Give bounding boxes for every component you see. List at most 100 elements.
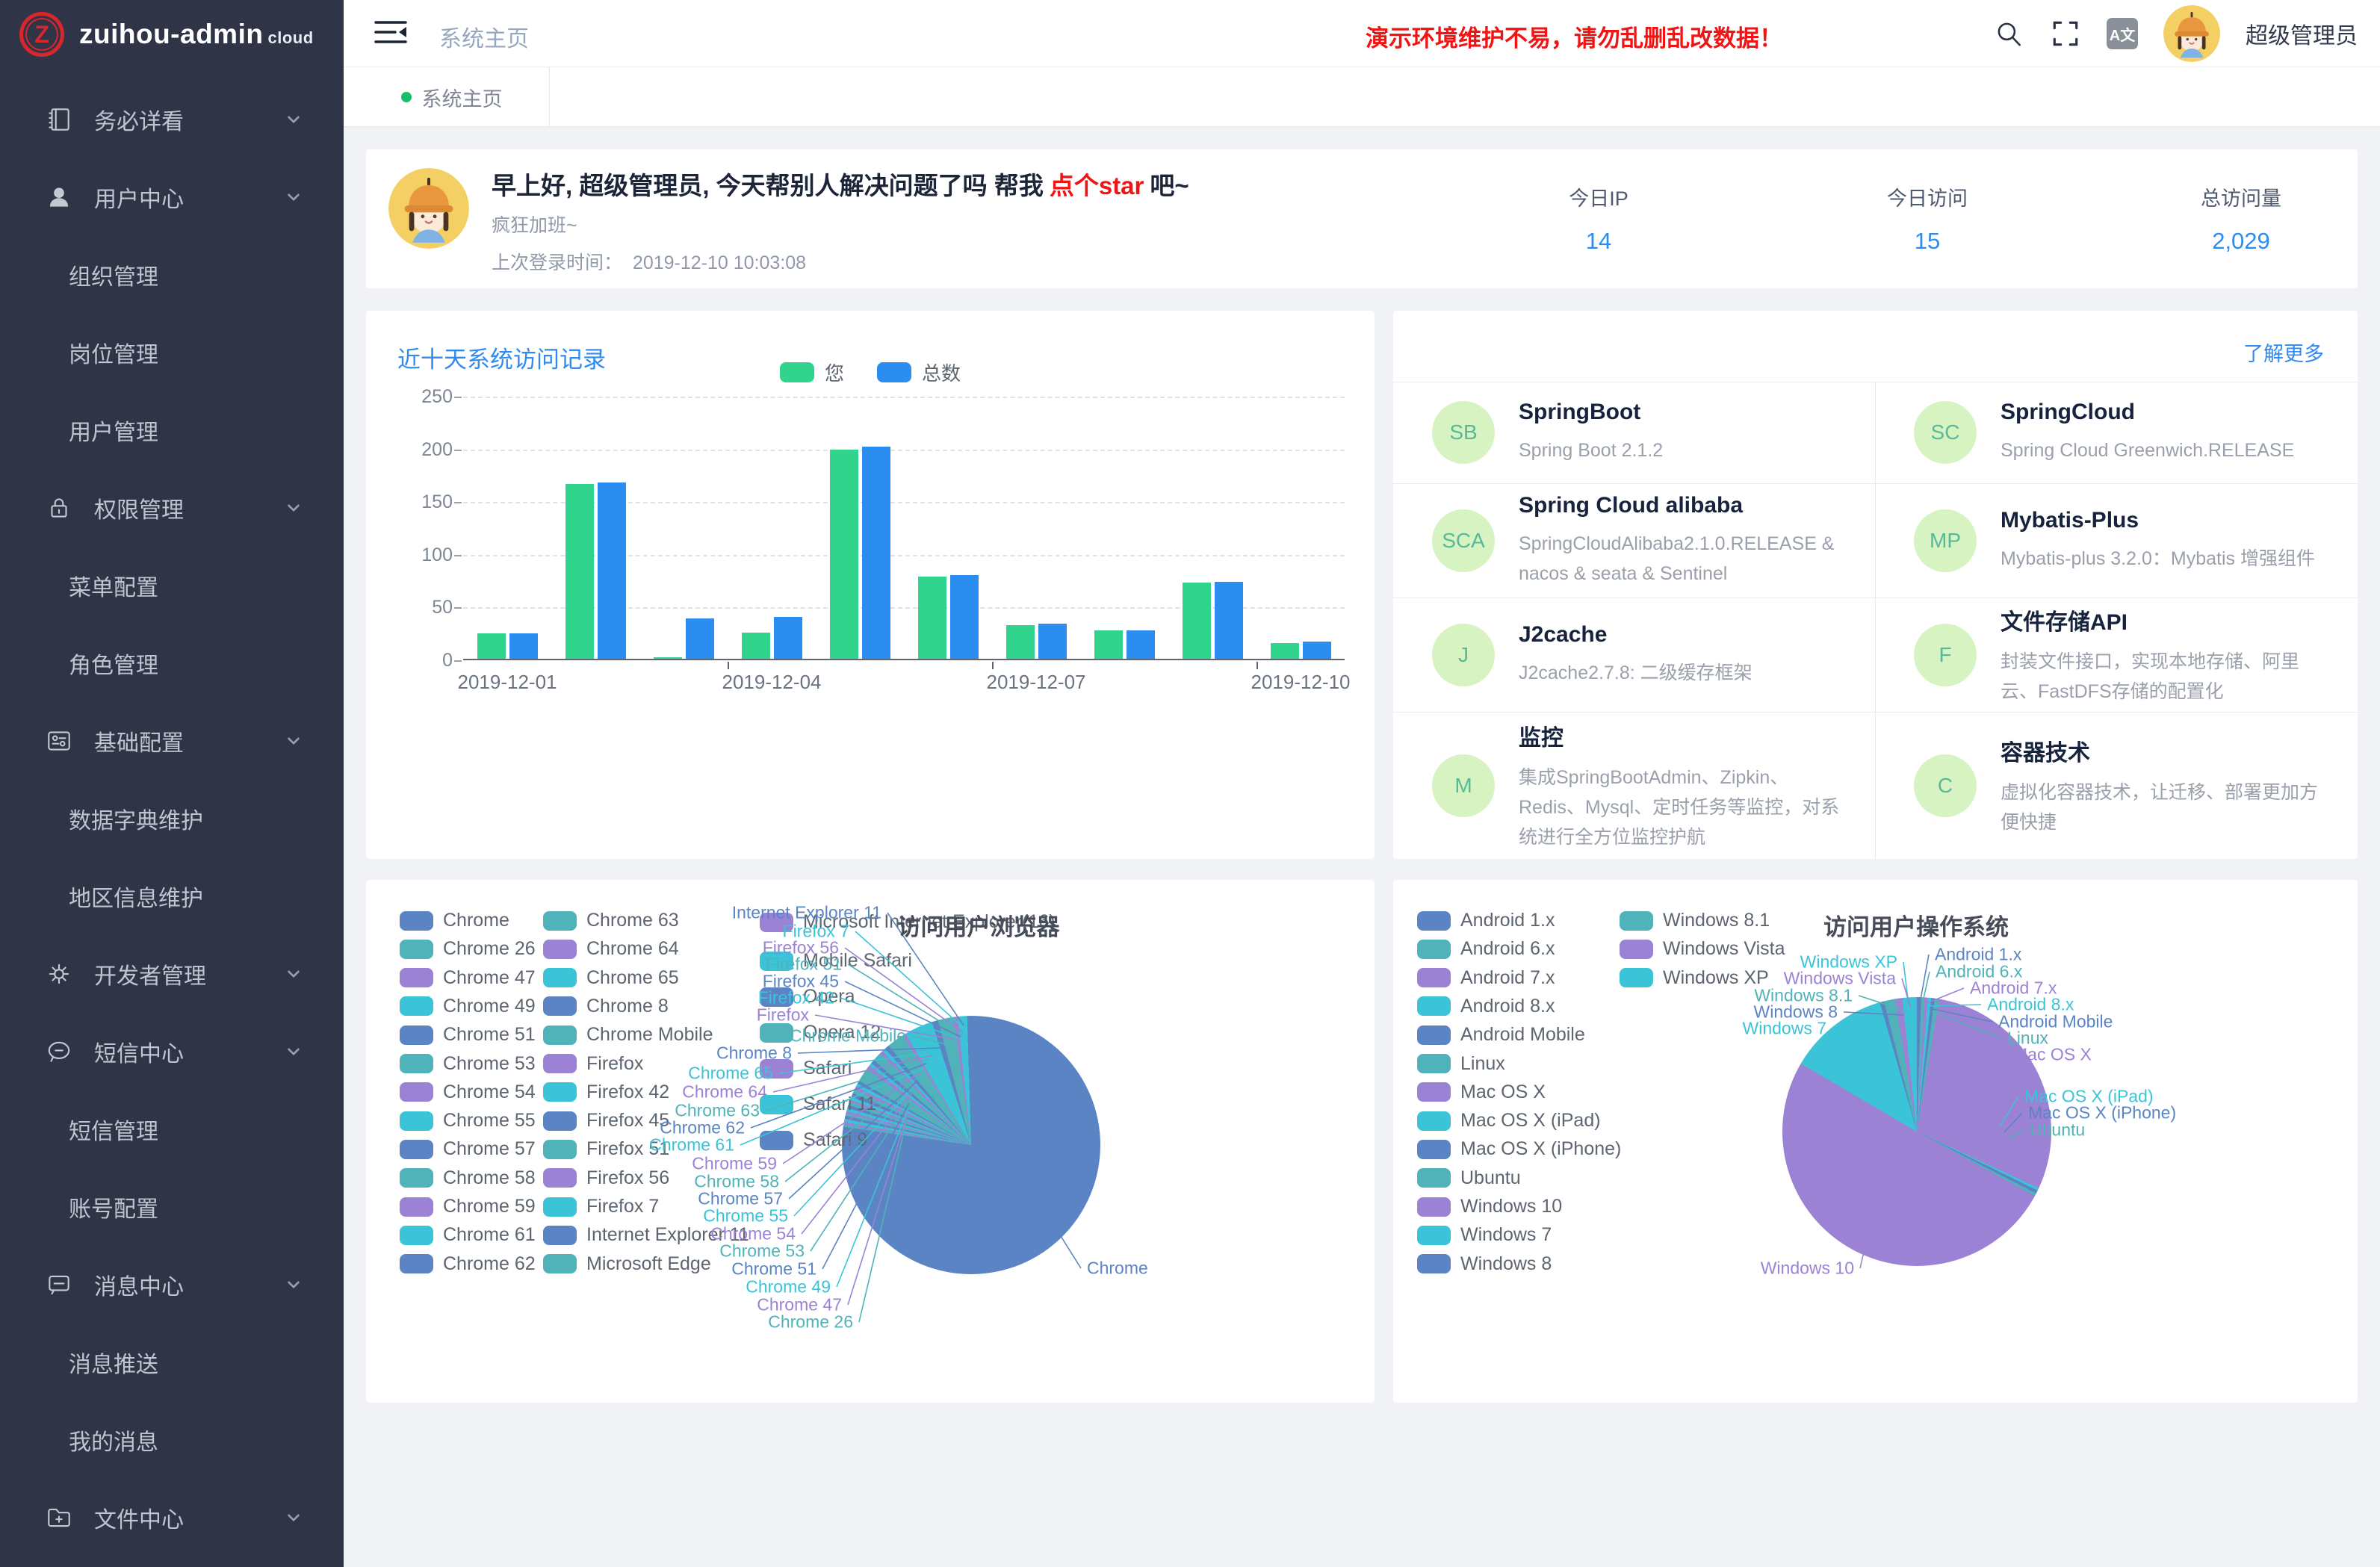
bar-您-2019-12-03[interactable] xyxy=(654,657,682,659)
username-label[interactable]: 超级管理员 xyxy=(2246,17,2358,50)
legend-item-Windows XP[interactable]: Windows XP xyxy=(1620,967,1769,989)
sidebar-item-2[interactable]: 组织管理 xyxy=(0,236,344,314)
bar-总数-2019-12-04[interactable] xyxy=(774,617,802,659)
tech-item-SpringBoot[interactable]: SBSpringBootSpring Boot 2.1.2 xyxy=(1393,382,1875,483)
legend-item-Chrome 47[interactable]: Chrome 47 xyxy=(400,967,536,989)
learn-more-link[interactable]: 了解更多 xyxy=(2243,338,2324,367)
sidebar-item-3[interactable]: 岗位管理 xyxy=(0,314,344,391)
fullscreen-icon[interactable] xyxy=(2050,18,2081,49)
bar-您-2019-12-09[interactable] xyxy=(1183,583,1211,659)
sidebar-item-13[interactable]: 短信管理 xyxy=(0,1090,344,1168)
bar-legend-item-您[interactable]: 您 xyxy=(780,359,844,386)
bar-您-2019-12-10[interactable] xyxy=(1271,643,1299,659)
legend-item-Chrome 62[interactable]: Chrome 62 xyxy=(400,1253,536,1275)
legend-item-Android 7.x[interactable]: Android 7.x xyxy=(1417,967,1555,989)
sidebar-item-6[interactable]: 菜单配置 xyxy=(0,547,344,624)
legend-item-Chrome Mobile[interactable]: Chrome Mobile xyxy=(543,1024,713,1046)
bar-您-2019-12-01[interactable] xyxy=(477,633,506,659)
bar-总数-2019-12-01[interactable] xyxy=(509,633,538,659)
bar-您-2019-12-07[interactable] xyxy=(1006,625,1035,659)
sidebar-item-12[interactable]: 短信中心 xyxy=(0,1013,344,1090)
bar-您-2019-12-06[interactable] xyxy=(918,577,946,659)
legend-item-Chrome 53[interactable]: Chrome 53 xyxy=(400,1053,536,1075)
sidebar-item-0[interactable]: 务必详看 xyxy=(0,81,344,158)
sidebar-item-14[interactable]: 账号配置 xyxy=(0,1168,344,1246)
sidebar-item-9[interactable]: 数据字典维护 xyxy=(0,780,344,857)
legend-item-Chrome 57[interactable]: Chrome 57 xyxy=(400,1138,536,1160)
legend-item-Firefox 45[interactable]: Firefox 45 xyxy=(543,1110,669,1132)
sidebar-item-17[interactable]: 我的消息 xyxy=(0,1401,344,1479)
legend-item-Safari 9[interactable]: Safari 9 xyxy=(760,1129,867,1151)
legend-item-Chrome 61[interactable]: Chrome 61 xyxy=(400,1224,536,1246)
legend-item-Mac OS X (iPad)[interactable]: Mac OS X (iPad) xyxy=(1417,1110,1601,1132)
tech-item-SpringCloud[interactable]: SCSpringCloudSpring Cloud Greenwich.RELE… xyxy=(1875,382,2357,483)
legend-item-Chrome 54[interactable]: Chrome 54 xyxy=(400,1082,536,1103)
legend-item-Chrome 64[interactable]: Chrome 64 xyxy=(543,938,679,960)
bar-总数-2019-12-02[interactable] xyxy=(598,482,626,659)
legend-item-Chrome 51[interactable]: Chrome 51 xyxy=(400,1024,536,1046)
star-link[interactable]: 点个star xyxy=(1050,172,1144,199)
bar-总数-2019-12-09[interactable] xyxy=(1215,582,1243,659)
legend-item-Windows 10[interactable]: Windows 10 xyxy=(1417,1196,1562,1217)
tech-item-J2cache[interactable]: JJ2cacheJ2cache2.7.8: 二级缓存框架 xyxy=(1393,598,1875,712)
pie-bpie-card[interactable] xyxy=(842,1016,1100,1274)
legend-item-Chrome 59[interactable]: Chrome 59 xyxy=(400,1196,536,1217)
legend-item-Chrome 63[interactable]: Chrome 63 xyxy=(543,910,679,931)
bar-总数-2019-12-08[interactable] xyxy=(1127,630,1155,659)
legend-item-Chrome 26[interactable]: Chrome 26 xyxy=(400,938,536,960)
bar-您-2019-12-02[interactable] xyxy=(565,484,594,659)
legend-item-Ubuntu[interactable]: Ubuntu xyxy=(1417,1167,1521,1189)
sidebar-item-15[interactable]: 消息中心 xyxy=(0,1246,344,1324)
sidebar-item-5[interactable]: 权限管理 xyxy=(0,469,344,547)
legend-item-Windows 8.1[interactable]: Windows 8.1 xyxy=(1620,910,1770,931)
sidebar-item-7[interactable]: 角色管理 xyxy=(0,624,344,702)
legend-item-Chrome 55[interactable]: Chrome 55 xyxy=(400,1110,536,1132)
bar-总数-2019-12-10[interactable] xyxy=(1303,642,1331,659)
legend-item-Chrome 58[interactable]: Chrome 58 xyxy=(400,1167,536,1189)
legend-item-Microsoft Edge[interactable]: Microsoft Edge xyxy=(543,1253,711,1275)
legend-item-Android Mobile[interactable]: Android Mobile xyxy=(1417,1024,1585,1046)
bar-您-2019-12-05[interactable] xyxy=(830,450,858,659)
language-switch-icon[interactable]: A文 xyxy=(2107,18,2138,49)
bar-总数-2019-12-03[interactable] xyxy=(686,618,714,659)
tech-item-容器技术[interactable]: C容器技术虚拟化容器技术，让迁移、部署更加方便快捷 xyxy=(1875,712,2357,859)
sidebar-collapse-icon[interactable] xyxy=(374,17,408,50)
bar-legend-item-总数[interactable]: 总数 xyxy=(877,359,961,386)
bar-您-2019-12-04[interactable] xyxy=(742,633,770,659)
tech-item-文件存储API[interactable]: F文件存储API封装文件接口，实现本地存储、阿里云、FastDFS存储的配置化 xyxy=(1875,598,2357,712)
legend-item-Chrome 49[interactable]: Chrome 49 xyxy=(400,996,536,1017)
legend-item-Android 1.x[interactable]: Android 1.x xyxy=(1417,910,1555,931)
legend-item-Firefox[interactable]: Firefox xyxy=(543,1053,643,1075)
legend-item-Windows Vista[interactable]: Windows Vista xyxy=(1620,938,1785,960)
tech-item-监控[interactable]: M监控集成SpringBootAdmin、Zipkin、Redis、Mysql、… xyxy=(1393,712,1875,859)
legend-item-Mac OS X (iPhone)[interactable]: Mac OS X (iPhone) xyxy=(1417,1138,1621,1160)
user-avatar[interactable] xyxy=(2163,5,2220,62)
tab-system-home[interactable]: 系统主页 xyxy=(354,67,550,127)
legend-item-Firefox 7[interactable]: Firefox 7 xyxy=(543,1196,659,1217)
sidebar-item-4[interactable]: 用户管理 xyxy=(0,391,344,469)
bar-chart-plot[interactable] xyxy=(463,397,1345,660)
tech-item-Spring Cloud alibaba[interactable]: SCASpring Cloud alibabaSpringCloudAlibab… xyxy=(1393,483,1875,598)
sidebar-item-11[interactable]: 开发者管理 xyxy=(0,935,344,1013)
sidebar-item-1[interactable]: 用户中心 xyxy=(0,158,344,236)
legend-item-Chrome 65[interactable]: Chrome 65 xyxy=(543,967,679,989)
legend-item-Chrome[interactable]: Chrome xyxy=(400,910,509,931)
legend-item-Windows 7[interactable]: Windows 7 xyxy=(1417,1224,1552,1246)
tech-item-Mybatis-Plus[interactable]: MPMybatis-PlusMybatis-plus 3.2.0：Mybatis… xyxy=(1875,483,2357,598)
app-logo[interactable]: Z zuihou-admincloud xyxy=(19,12,314,57)
bar-您-2019-12-08[interactable] xyxy=(1094,630,1123,659)
bar-总数-2019-12-05[interactable] xyxy=(862,447,890,659)
sidebar-item-10[interactable]: 地区信息维护 xyxy=(0,857,344,935)
legend-item-Android 8.x[interactable]: Android 8.x xyxy=(1417,996,1555,1017)
bar-总数-2019-12-07[interactable] xyxy=(1038,624,1067,659)
search-icon[interactable] xyxy=(1993,18,2024,49)
sidebar-item-8[interactable]: 基础配置 xyxy=(0,702,344,780)
legend-item-Android 6.x[interactable]: Android 6.x xyxy=(1417,938,1555,960)
sidebar-item-16[interactable]: 消息推送 xyxy=(0,1324,344,1401)
legend-item-Chrome 8[interactable]: Chrome 8 xyxy=(543,996,669,1017)
legend-item-Mac OS X[interactable]: Mac OS X xyxy=(1417,1082,1546,1103)
bar-总数-2019-12-06[interactable] xyxy=(950,575,979,659)
legend-item-Windows 8[interactable]: Windows 8 xyxy=(1417,1253,1552,1275)
legend-item-Firefox 56[interactable]: Firefox 56 xyxy=(543,1167,669,1189)
legend-item-Safari 11[interactable]: Safari 11 xyxy=(760,1093,876,1115)
